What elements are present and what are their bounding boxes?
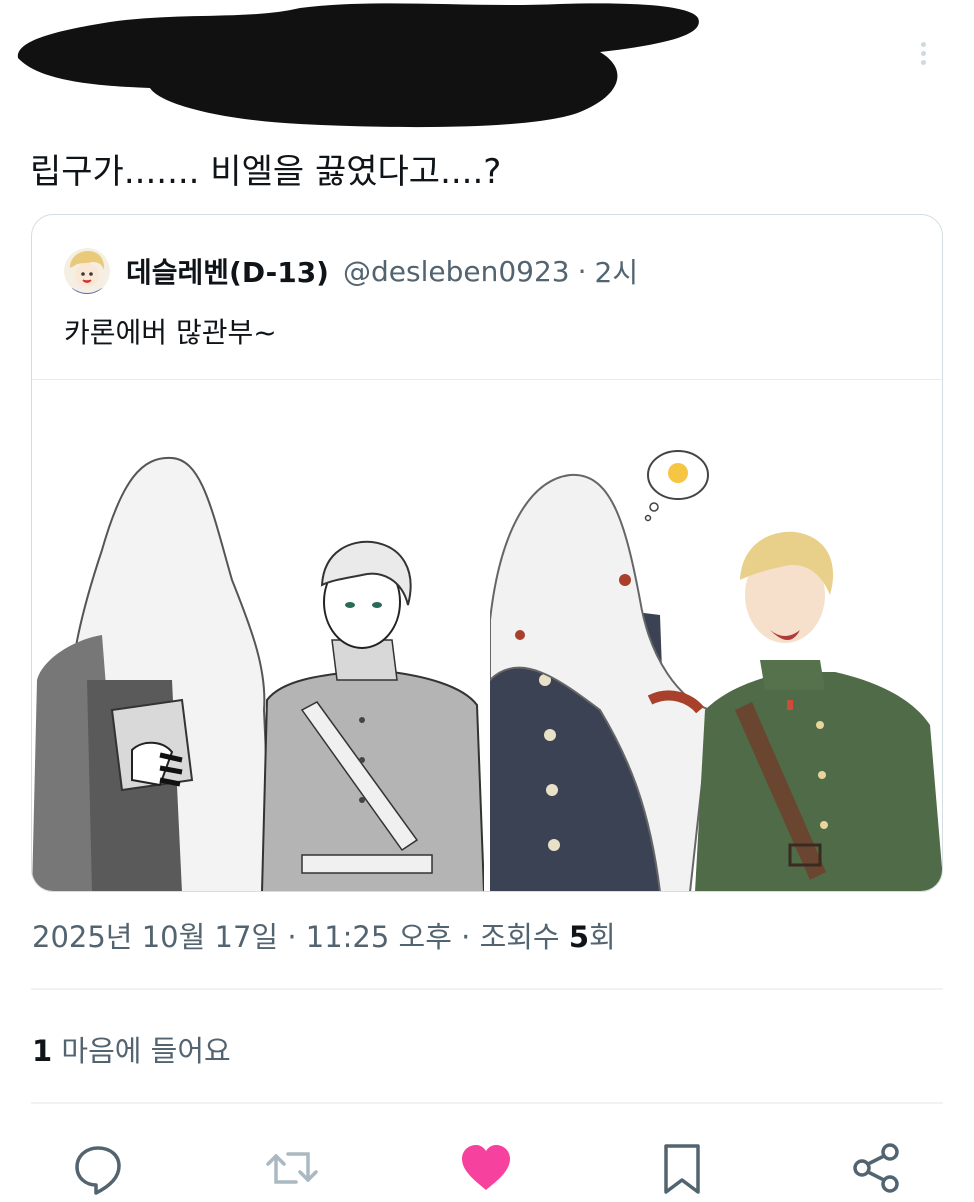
reply-icon [75,1146,121,1195]
bookmark-icon [664,1144,700,1194]
action-bar [0,1130,974,1200]
heart-icon [462,1145,510,1190]
quoted-timestamp[interactable]: 2시 [595,251,639,291]
tweet-time[interactable]: 11:25 오후 [306,920,452,954]
retweet-button[interactable] [262,1138,322,1198]
dot [920,42,926,47]
views-count: 5 [568,920,590,954]
avatar[interactable] [64,248,110,294]
reply-button[interactable] [68,1138,128,1198]
quoted-media-grid [32,379,942,891]
quoted-tweet-text: 카론에버 많관부~ [64,316,277,349]
media-image-right[interactable] [490,380,942,891]
separator-dot: · [577,254,587,288]
share-button[interactable] [846,1138,906,1198]
quoted-tweet-card[interactable]: 데슬레벤(D-13) @desleben0923 · 2시 카론에버 많관부~ [31,214,943,892]
like-button[interactable] [456,1138,516,1198]
dot [920,51,926,56]
divider [31,988,943,990]
dot [920,60,926,65]
likes-label: 마음에 들어요 [61,1034,231,1068]
likes-count: 1 [32,1034,53,1068]
views-suffix: 회 [589,920,616,954]
retweet-icon [266,1152,318,1184]
quoted-display-name[interactable]: 데슬레벤(D-13) [126,251,329,291]
separator-dot: · [287,920,297,954]
share-icon [853,1143,899,1193]
quoted-tweet-header: 데슬레벤(D-13) @desleben0923 · 2시 [64,243,638,299]
media-image-left[interactable] [32,380,484,891]
divider [31,1102,943,1104]
bookmark-button[interactable] [652,1138,712,1198]
quoted-handle[interactable]: @desleben0923 [343,255,570,288]
more-options-button[interactable] [908,38,938,78]
tweet-date[interactable]: 2025년 10월 17일 [32,920,278,954]
tweet-metadata: 2025년 10월 17일 · 11:25 오후 · 조회수 5회 [32,914,616,956]
tweet-text: 립구가....... 비엘을 끓였다고....? [30,152,502,192]
likes-summary[interactable]: 1 마음에 들어요 [32,1028,231,1070]
separator-dot: · [461,920,471,954]
views-label: 조회수 [479,920,560,954]
redacted-header [17,3,699,128]
